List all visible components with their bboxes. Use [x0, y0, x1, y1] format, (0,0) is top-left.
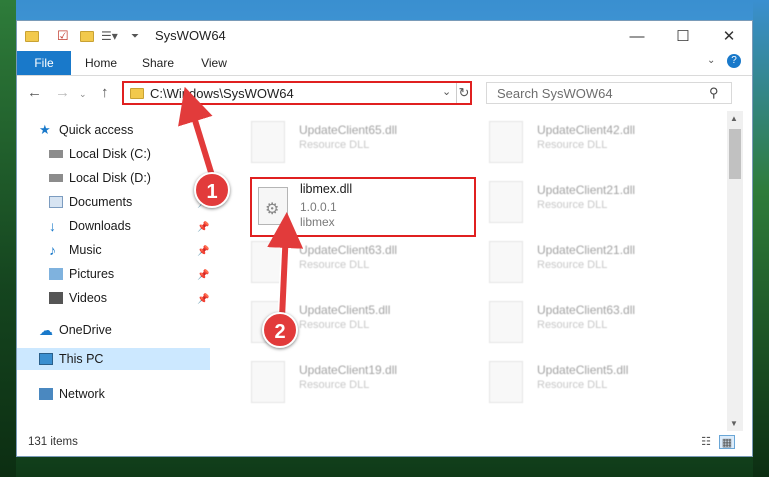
annotation-arrows	[178, 86, 304, 323]
arrow-to-address-bar	[178, 86, 217, 183]
step-1-badge: 1	[194, 172, 230, 208]
arrow-to-libmex-file	[267, 212, 304, 319]
step-2-badge: 2	[262, 312, 298, 348]
